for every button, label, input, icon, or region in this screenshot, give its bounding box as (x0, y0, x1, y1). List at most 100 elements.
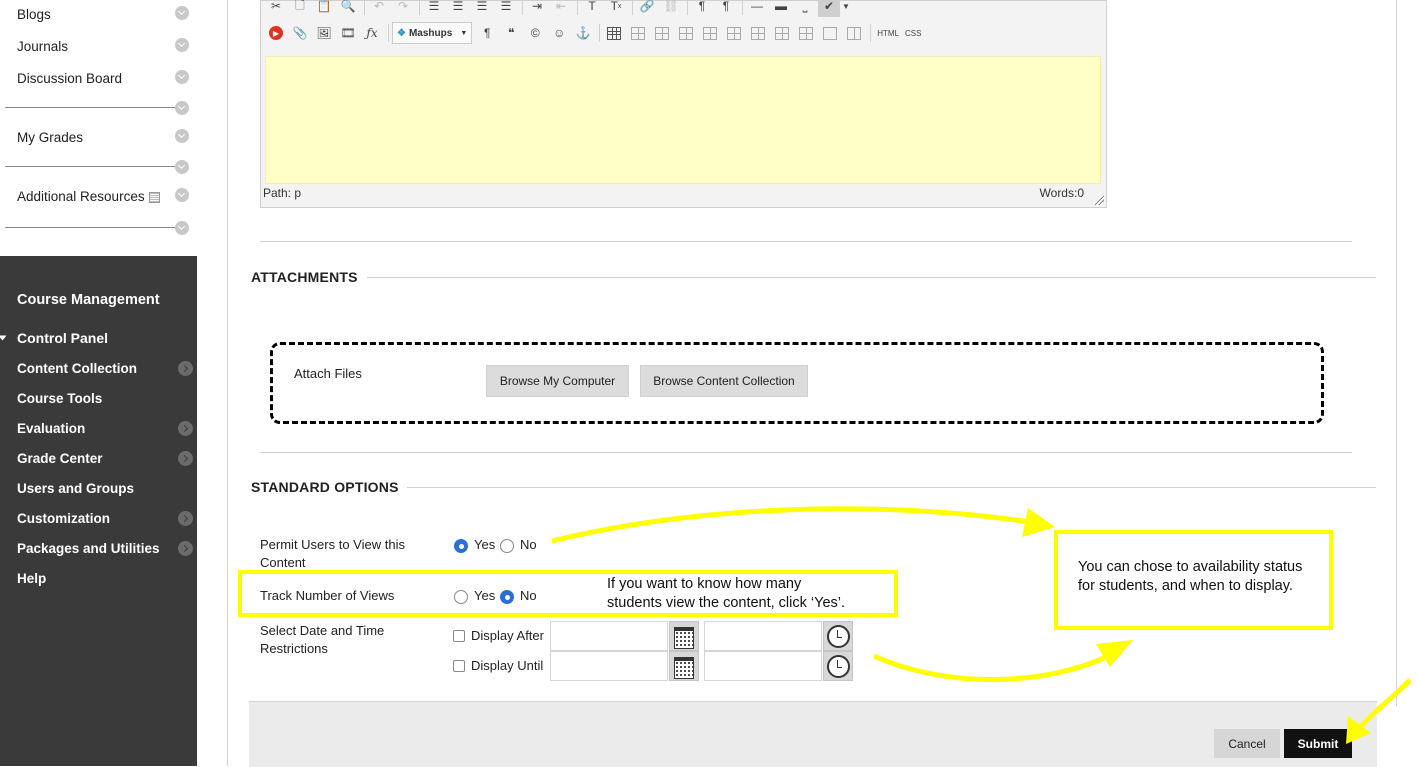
chevron-down-icon[interactable] (175, 6, 189, 20)
image-icon[interactable]: 🖼 (313, 22, 335, 44)
permit-no-radio[interactable] (500, 539, 514, 553)
table-icon[interactable] (603, 22, 625, 44)
display-until-checkbox[interactable] (453, 660, 465, 672)
clock-icon[interactable] (823, 621, 853, 651)
browse-my-computer-button[interactable]: Browse My Computer (486, 365, 629, 397)
cancel-button[interactable]: Cancel (1214, 729, 1280, 758)
sidebar-item-additional-resources[interactable]: Additional Resources (17, 189, 160, 204)
border-icon[interactable]: ⎵ (794, 0, 816, 17)
table-split-icon[interactable] (843, 22, 865, 44)
emoji-icon[interactable]: ☺ (548, 22, 570, 44)
rtl-icon[interactable]: ¶ (715, 0, 737, 17)
sidebar-item-journals[interactable]: Journals (17, 39, 68, 54)
align-right-icon[interactable]: ☰ (471, 0, 493, 17)
redo-icon[interactable]: ↷ (392, 0, 414, 17)
youtube-icon[interactable]: ▶ (265, 22, 287, 44)
spellcheck-icon[interactable]: ✔ (818, 0, 840, 17)
html-source-button[interactable]: HTML (874, 29, 902, 38)
track-note-line: students view the content, click ‘Yes’. (607, 595, 846, 611)
chevron-down-icon[interactable] (175, 129, 189, 143)
track-yes-radio[interactable] (454, 590, 468, 604)
table-column-icon[interactable] (699, 22, 721, 44)
undo-icon[interactable]: ↶ (368, 0, 390, 17)
mashups-dropdown[interactable]: ❖ Mashups ▼ (392, 22, 473, 44)
sidebar-item-evaluation[interactable]: Evaluation (17, 421, 85, 436)
display-after-time-input[interactable] (704, 621, 822, 651)
arrow-head-icon (1022, 508, 1055, 537)
anchor-icon[interactable]: ⚓ (572, 22, 594, 44)
cut-icon[interactable]: ✂ (265, 0, 287, 17)
justify-icon[interactable]: ☰ (495, 0, 517, 17)
superscript-icon[interactable]: T (581, 0, 603, 17)
permit-yes-radio[interactable] (454, 539, 468, 553)
find-icon[interactable]: 🔍 (337, 0, 359, 17)
indent-icon[interactable]: ⇥ (526, 0, 548, 17)
chevron-down-icon[interactable] (175, 188, 189, 202)
clock-icon[interactable] (823, 651, 853, 681)
chevron-down-icon[interactable] (175, 160, 189, 174)
calendar-icon[interactable] (669, 621, 699, 651)
display-until-label: Display Until (471, 658, 544, 673)
editor-toolbar-row-2: ▶ 📎 🖼 🎞 ƒx ❖ Mashups ▼ ¶ ❝ © ☺ ⚓ HTML CSS (265, 22, 924, 44)
display-after-date-input[interactable] (550, 621, 668, 651)
display-after-checkbox[interactable] (453, 630, 465, 642)
resize-handle[interactable] (1095, 196, 1104, 205)
chevron-down-icon[interactable] (175, 70, 189, 84)
chevron-right-icon[interactable] (178, 451, 193, 466)
sidebar-item-grade-center[interactable]: Grade Center (17, 451, 103, 466)
thick-hr-icon[interactable]: ▬ (770, 0, 792, 17)
chevron-right-icon[interactable] (178, 511, 193, 526)
outdent-icon[interactable]: ⇤ (550, 0, 572, 17)
align-center-icon[interactable]: ☰ (447, 0, 469, 17)
clear-format-icon[interactable]: Tx (605, 0, 627, 17)
chevron-right-icon[interactable] (178, 541, 193, 556)
paste-icon[interactable]: 📋 (313, 0, 335, 17)
calendar-icon[interactable] (669, 651, 699, 681)
dropdown-arrow-icon[interactable]: ▼ (842, 0, 850, 17)
sidebar-item-course-tools[interactable]: Course Tools (17, 391, 102, 406)
expand-triangle-icon[interactable] (0, 335, 7, 341)
sidebar-item-customization[interactable]: Customization (17, 511, 110, 526)
submit-button[interactable]: Submit (1284, 729, 1352, 758)
browse-content-collection-button[interactable]: Browse Content Collection (640, 365, 808, 397)
table-row-icon[interactable] (651, 22, 673, 44)
hr-icon[interactable]: — (746, 0, 768, 17)
attach-icon[interactable]: 📎 (289, 22, 311, 44)
track-no-radio[interactable] (500, 590, 514, 604)
table-cell-icon[interactable] (795, 22, 817, 44)
chevron-down-icon[interactable] (175, 38, 189, 52)
sidebar-item-packages-and-utilities[interactable]: Packages and Utilities (17, 541, 160, 556)
table-row-icon[interactable] (675, 22, 697, 44)
chevron-down-icon[interactable] (175, 101, 189, 115)
editor-content-area[interactable] (265, 56, 1101, 184)
table-row-icon[interactable] (627, 22, 649, 44)
ltr-icon[interactable]: ¶ (691, 0, 713, 17)
paragraph-icon[interactable]: ¶ (476, 22, 498, 44)
copy-icon[interactable]: 🗋 (289, 0, 311, 17)
table-cell-icon[interactable] (771, 22, 793, 44)
sidebar-item-users-and-groups[interactable]: Users and Groups (17, 481, 134, 496)
math-icon[interactable]: ƒx (361, 22, 383, 44)
media-icon[interactable]: 🎞 (337, 22, 359, 44)
align-left-icon[interactable]: ☰ (423, 0, 445, 17)
chevron-down-icon[interactable] (175, 221, 189, 235)
chevron-right-icon[interactable] (178, 421, 193, 436)
sidebar-item-help[interactable]: Help (17, 571, 46, 586)
copyright-icon[interactable]: © (524, 22, 546, 44)
link-icon[interactable]: 🔗 (636, 0, 658, 17)
sidebar-item-content-collection[interactable]: Content Collection (17, 361, 137, 376)
chevron-right-icon[interactable] (178, 361, 193, 376)
table-column-icon[interactable] (723, 22, 745, 44)
unlink-icon[interactable]: ⛓ (660, 0, 682, 17)
css-button[interactable]: CSS (902, 29, 924, 38)
sidebar-item-blogs[interactable]: Blogs (17, 7, 51, 22)
sidebar-item-discussion-board[interactable]: Discussion Board (17, 71, 122, 86)
control-panel-title[interactable]: Control Panel (17, 330, 108, 346)
sidebar-item-my-grades[interactable]: My Grades (17, 130, 83, 145)
quote-icon[interactable]: ❝ (500, 22, 522, 44)
table-cell-icon[interactable] (819, 22, 841, 44)
display-until-time-input[interactable] (704, 651, 822, 681)
table-column-icon[interactable] (747, 22, 769, 44)
display-until-date-input[interactable] (550, 651, 668, 681)
track-views-note: If you want to know how many students vi… (607, 575, 845, 613)
